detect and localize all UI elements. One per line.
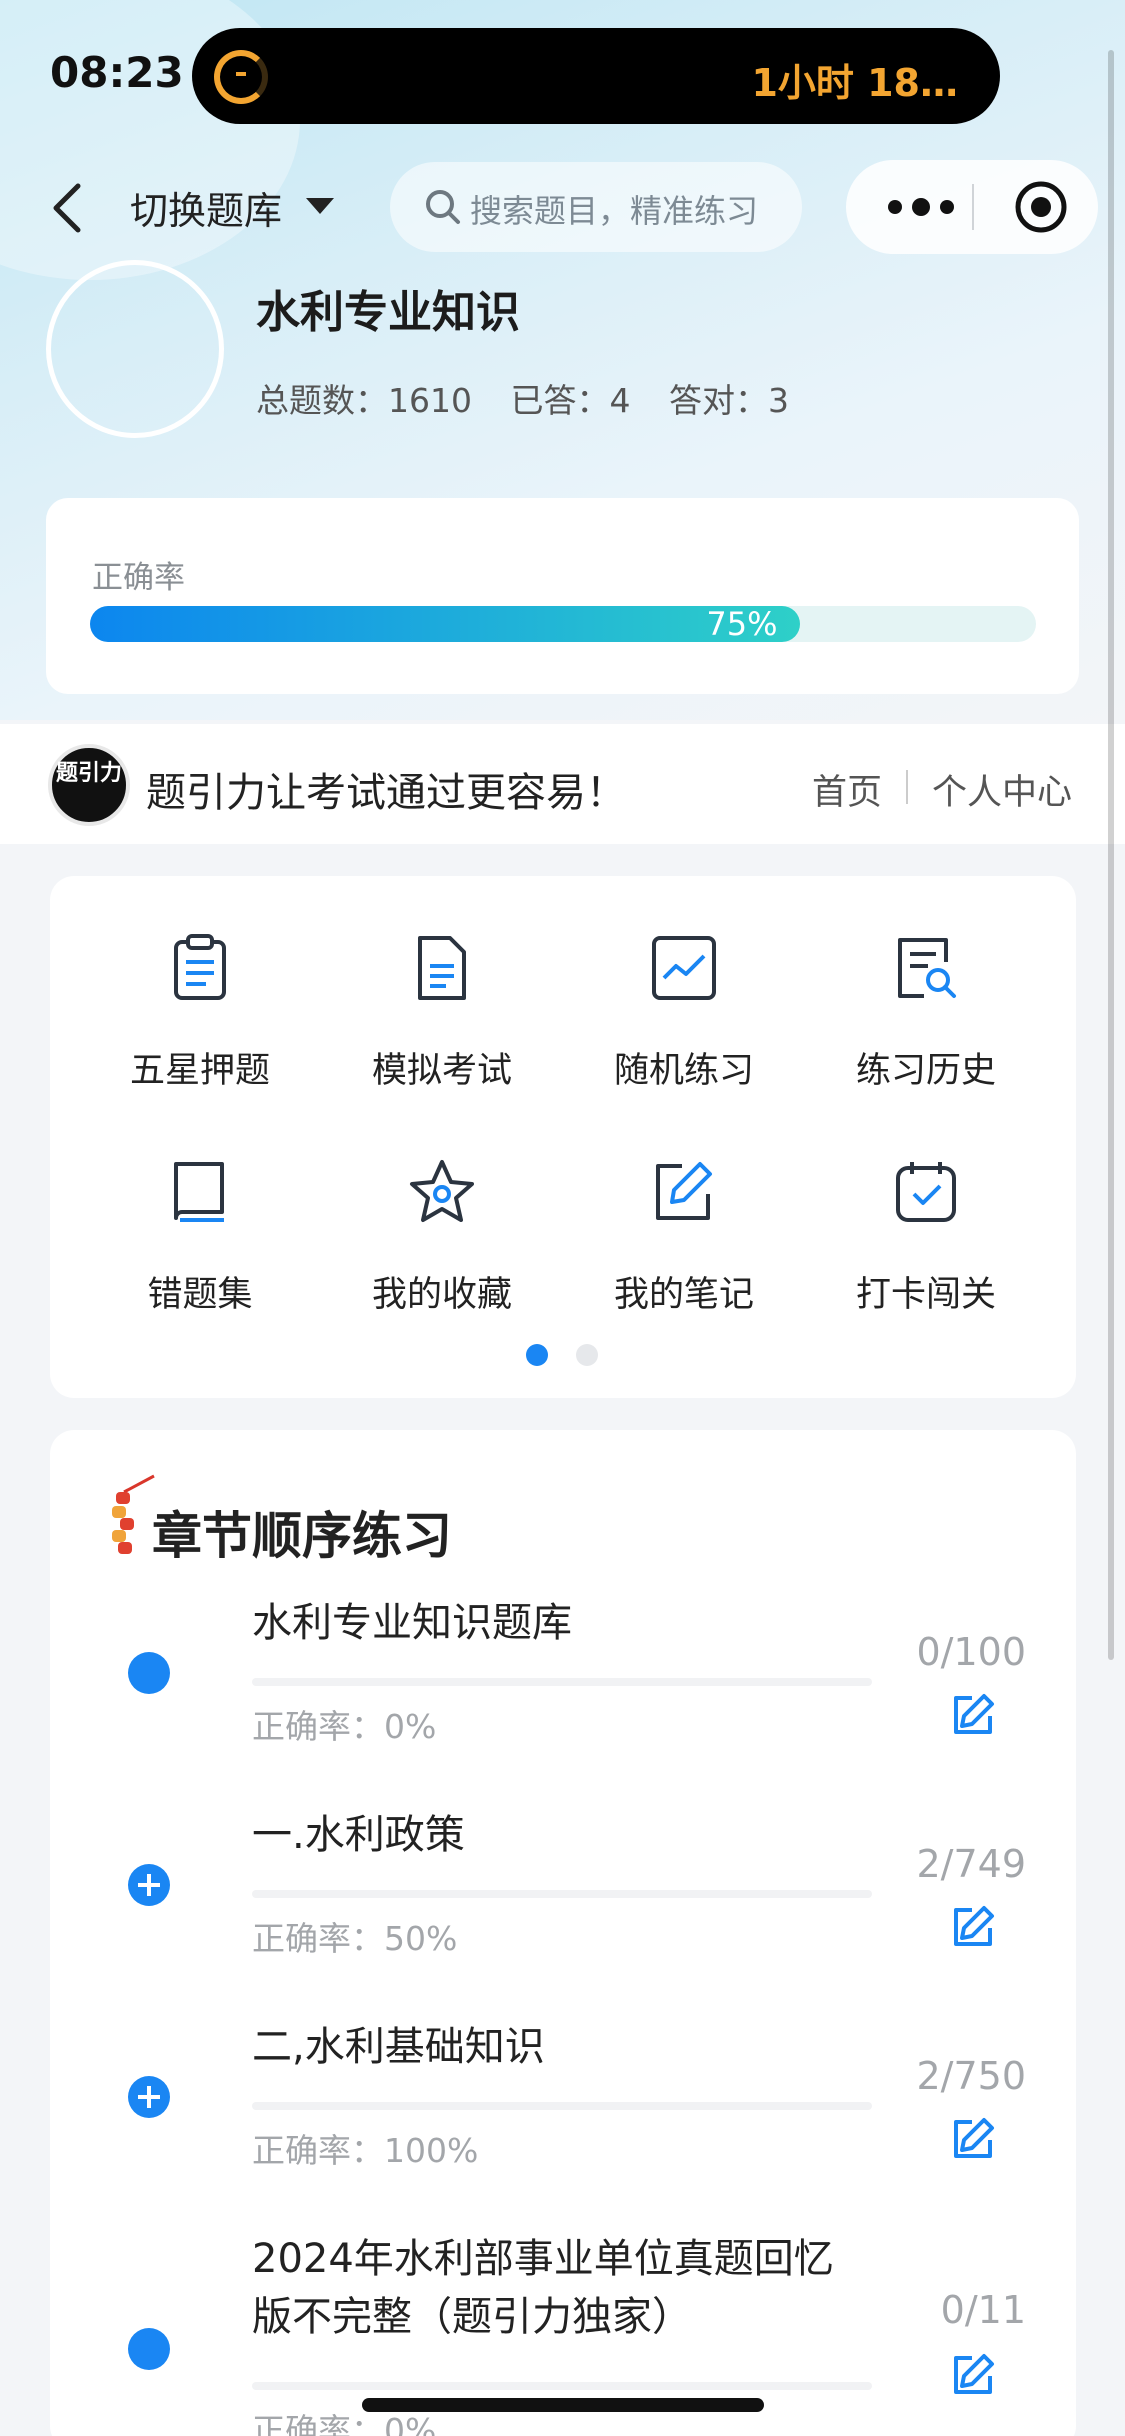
feature-label: 我的收藏 <box>371 1275 512 1315</box>
bank-title: 水利专业知识 <box>256 287 520 338</box>
edit-icon[interactable] <box>950 2116 996 2162</box>
bank-stats: 总题数：1610 已答：4 答对：3 <box>256 374 817 422</box>
correct-count: 答对：3 <box>668 381 789 420</box>
search-icon <box>426 190 460 224</box>
home-link[interactable]: 首页 <box>812 764 882 815</box>
feature-grid: 五星押题 模拟考试 随机练习 练习历史 错题集 我的收藏 我的笔记 打卡闯关 <box>50 876 1076 1398</box>
chapter-progress-bar <box>252 1890 872 1898</box>
status-bar: 08:23 1小时 18… <box>0 0 1125 150</box>
feature-label: 错题集 <box>147 1275 253 1315</box>
chapter-count: 2/750 <box>916 2054 1026 2098</box>
chapter-progress-bar <box>252 1678 872 1686</box>
chapter-dot-icon <box>128 1652 170 1694</box>
feature-five-star[interactable]: 五星押题 <box>80 876 320 1091</box>
search-bar[interactable]: 搜索题目，精准练习 <box>390 162 802 252</box>
edit-icon[interactable] <box>950 1692 996 1738</box>
link-divider <box>906 770 908 804</box>
caret-down-icon[interactable] <box>306 198 334 214</box>
clipboard-list-icon <box>174 934 226 1000</box>
chapter-count: 0/100 <box>916 1630 1026 1674</box>
feature-practice-history[interactable]: 练习历史 <box>806 876 1046 1091</box>
expand-plus-icon[interactable] <box>128 1864 170 1906</box>
mini-program-capsule <box>846 160 1098 254</box>
chapter-progress-bar <box>252 2382 872 2390</box>
target-icon[interactable] <box>1014 180 1068 234</box>
feature-wrong-questions[interactable]: 错题集 <box>80 1100 320 1315</box>
chapter-progress-bar <box>252 2102 872 2110</box>
dynamic-island[interactable]: 1小时 18… <box>192 28 1000 124</box>
feature-random-practice[interactable]: 随机练习 <box>564 876 804 1091</box>
feature-mock-exam[interactable]: 模拟考试 <box>322 876 562 1091</box>
star-icon <box>410 1160 474 1222</box>
live-activity-text: 1小时 18… <box>751 61 958 105</box>
more-dots-icon[interactable] <box>886 196 956 218</box>
chapter-dot-icon <box>128 2328 170 2370</box>
slogan-text: 题引力让考试通过更容易！ <box>146 770 626 816</box>
note-edit-icon <box>656 1162 712 1220</box>
chart-line-icon <box>652 936 716 1000</box>
chapter-practice-card: 章节顺序练习 水利专业知识题库 正确率：0% 0/100 一.水利政策 正确率：… <box>50 1430 1076 2436</box>
chapter-name: 水利专业知识题库 <box>252 1600 572 1646</box>
accuracy-card: 正确率 75% <box>46 498 1079 694</box>
edit-icon[interactable] <box>950 1904 996 1950</box>
chapter-section-title: 章节顺序练习 <box>152 1507 452 1565</box>
accuracy-label: 正确率 <box>92 560 185 596</box>
personal-center-link[interactable]: 个人中心 <box>932 764 1072 815</box>
chapter-accuracy: 正确率：100% <box>252 2131 479 2170</box>
feature-notes[interactable]: 我的笔记 <box>564 1100 804 1315</box>
pager-dot[interactable] <box>576 1344 598 1366</box>
back-arrow-icon[interactable] <box>48 178 88 238</box>
edit-icon[interactable] <box>950 2352 996 2398</box>
calendar-check-icon <box>896 1162 956 1222</box>
book-icon <box>174 1162 224 1222</box>
chapter-count: 2/749 <box>916 1842 1026 1886</box>
chapter-name: 二,水利基础知识 <box>252 2024 545 2070</box>
feature-label: 五星押题 <box>129 1051 270 1091</box>
brand-logo: 题引力 <box>48 744 130 826</box>
accuracy-progress-track: 75% <box>90 606 1036 642</box>
feature-label: 随机练习 <box>613 1051 754 1091</box>
expand-plus-icon[interactable] <box>128 2076 170 2118</box>
answered-count: 已答：4 <box>510 381 631 420</box>
timer-icon <box>214 50 268 104</box>
chapter-name: 一.水利政策 <box>252 1812 465 1858</box>
feature-label: 打卡闯关 <box>855 1275 996 1315</box>
accuracy-progress-fill: 75% <box>90 606 800 642</box>
feature-favorites[interactable]: 我的收藏 <box>322 1100 562 1315</box>
avatar <box>46 260 224 438</box>
document-icon <box>418 936 466 1000</box>
accuracy-value: 75% <box>706 605 778 643</box>
chapter-count: 0/11 <box>940 2288 1026 2332</box>
search-placeholder: 搜索题目，精准练习 <box>470 192 759 230</box>
feature-label: 我的笔记 <box>613 1275 754 1315</box>
brand-logo-text: 题引力 <box>55 761 122 786</box>
total-count: 总题数：1610 <box>256 381 472 420</box>
status-time: 08:23 <box>50 48 184 97</box>
pager-dot-active[interactable] <box>526 1344 548 1366</box>
chapter-accuracy: 正确率：50% <box>252 1919 458 1958</box>
history-search-icon <box>898 938 956 998</box>
feature-label: 练习历史 <box>855 1051 996 1091</box>
feature-label: 模拟考试 <box>371 1051 512 1091</box>
home-indicator[interactable] <box>362 2398 764 2412</box>
capsule-divider <box>972 184 974 230</box>
chapter-name: 2024年水利部事业单位真题回忆版不完整（题引力独家） <box>252 2236 834 2340</box>
scrollbar[interactable] <box>1108 50 1114 1660</box>
switch-bank-button[interactable]: 切换题库 <box>130 180 282 235</box>
slogan-bar: 题引力 题引力让考试通过更容易！ 首页 个人中心 <box>0 724 1125 844</box>
chapter-accuracy: 正确率：0% <box>252 1707 437 1746</box>
feature-checkin[interactable]: 打卡闯关 <box>806 1100 1046 1315</box>
